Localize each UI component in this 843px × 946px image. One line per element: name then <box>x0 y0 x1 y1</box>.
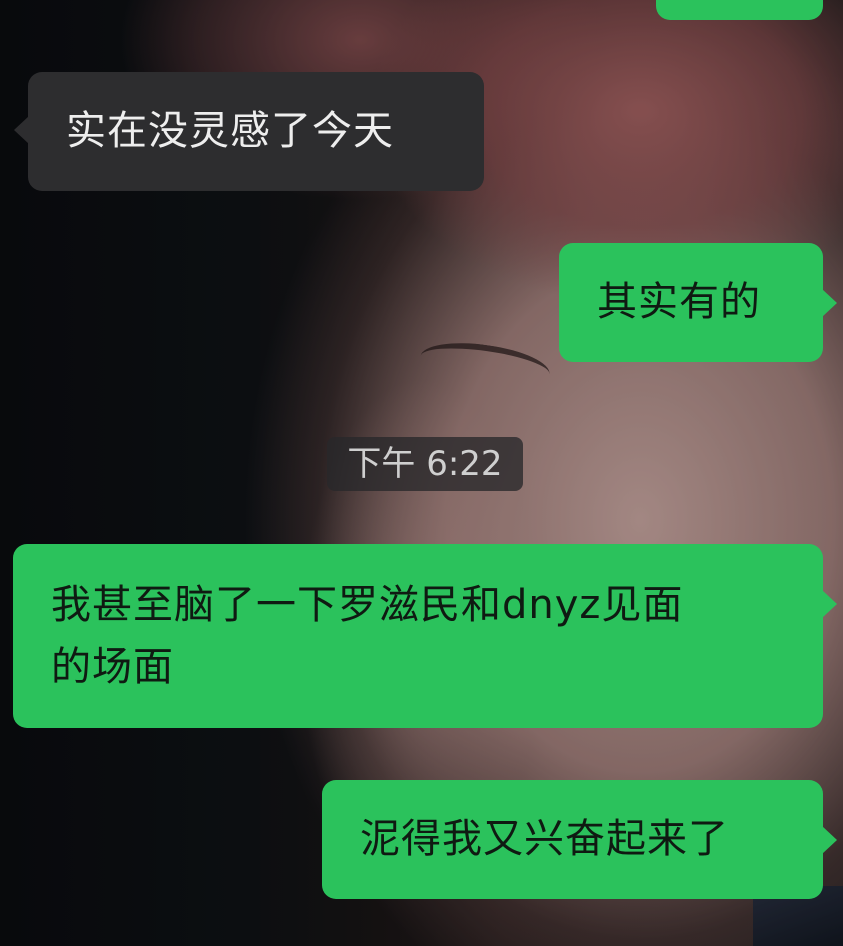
message-text: 其实有的 <box>597 279 761 325</box>
message-text: 实在没灵感了今天 <box>66 108 394 154</box>
message-text-line: 我甚至脑了一下罗滋民和dnyz见面 <box>51 582 684 628</box>
incoming-message-bubble[interactable]: 实在没灵感了今天 <box>14 72 484 191</box>
bubble-tail <box>822 289 837 317</box>
message-text-line: 的场面 <box>51 644 174 690</box>
outgoing-message-bubble[interactable]: 我甚至脑了一下罗滋民和dnyz见面 的场面 <box>13 544 837 728</box>
bubble-tail <box>822 590 837 618</box>
outgoing-message-bubble[interactable]: 其实有的 <box>559 243 837 362</box>
bubble-tail <box>14 116 29 144</box>
outgoing-message-bubble-partial[interactable] <box>656 0 823 20</box>
outgoing-message-bubble[interactable]: 泥得我又兴奋起来了 <box>322 780 837 899</box>
chat-screen: 实在没灵感了今天 其实有的 下午 6:22 我甚至脑了一下罗滋民和dnyz见面 … <box>0 0 843 946</box>
timestamp-text: 下午 6:22 <box>347 444 503 484</box>
message-text: 泥得我又兴奋起来了 <box>360 816 729 862</box>
timestamp-badge: 下午 6:22 <box>327 437 523 491</box>
bubble-tail <box>822 826 837 854</box>
